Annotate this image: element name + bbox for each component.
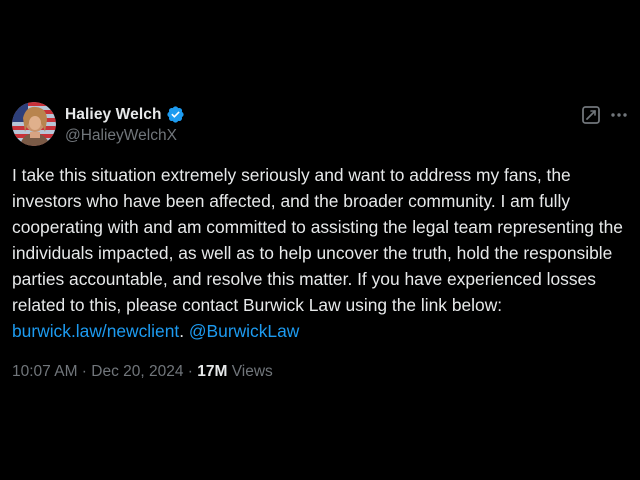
views-label: Views (227, 363, 273, 380)
views-count: 17M (197, 363, 228, 380)
post-body: I take this situation extremely seriousl… (12, 165, 623, 315)
grok-icon[interactable] (581, 105, 601, 125)
tweet-card: Haliey Welch @HalieyWelchX I take this s… (0, 0, 640, 480)
post-meta: 10:07 AM · Dec 20, 2024 · 17M Views (12, 363, 273, 381)
link-separator: . (179, 321, 189, 341)
author-handle[interactable]: @HalieyWelchX (65, 127, 185, 145)
meta-dot: · (183, 363, 198, 380)
post-time[interactable]: 10:07 AM (12, 363, 78, 380)
name-row: Haliey Welch (65, 104, 185, 126)
more-dots-icon[interactable] (608, 104, 630, 126)
mention-link[interactable]: @BurwickLaw (189, 321, 299, 341)
avatar-image (12, 102, 56, 146)
tweet-header: Haliey Welch @HalieyWelchX (12, 102, 185, 146)
author-names: Haliey Welch @HalieyWelchX (65, 104, 185, 145)
avatar[interactable] (12, 102, 56, 146)
burwick-link[interactable]: burwick.law/newclient (12, 321, 179, 341)
post-date[interactable]: Dec 20, 2024 (91, 363, 183, 380)
display-name[interactable]: Haliey Welch (65, 106, 162, 124)
meta-dot: · (77, 363, 92, 380)
verified-badge-icon[interactable] (166, 105, 185, 124)
post-text: I take this situation extremely seriousl… (12, 162, 634, 344)
